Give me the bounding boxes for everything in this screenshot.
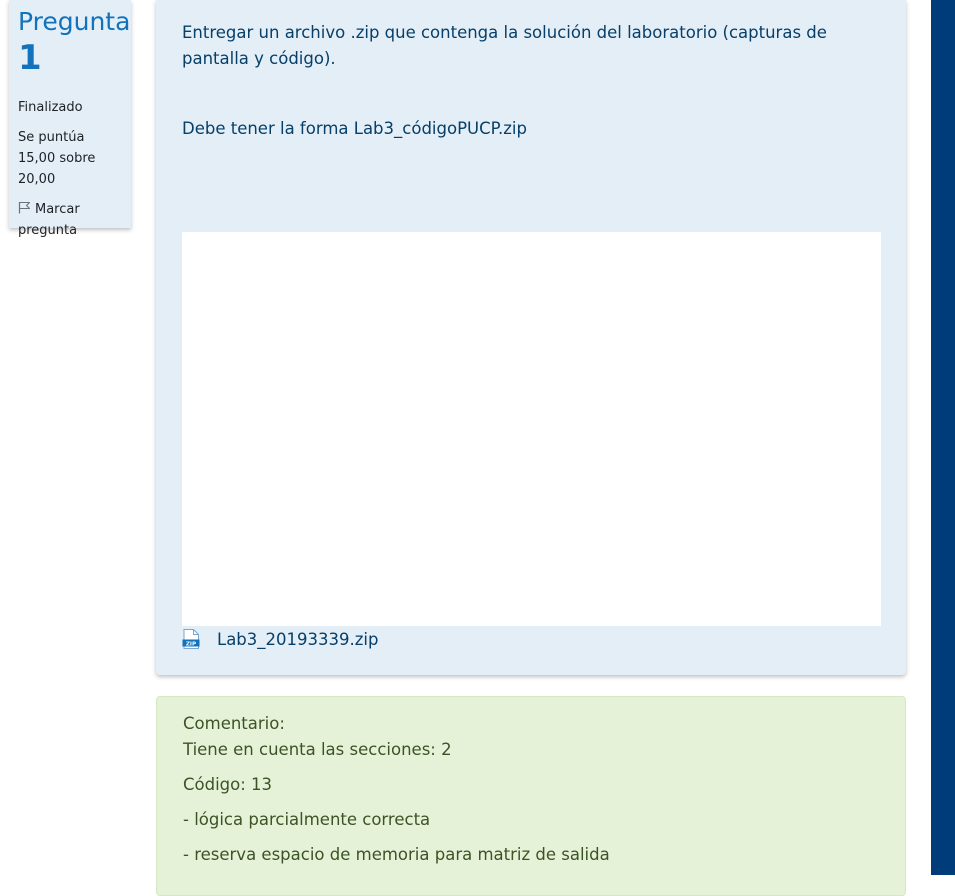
feedback-heading: Comentario: <box>183 714 285 733</box>
question-grade: Se puntúa 15,00 sobre 20,00 <box>18 130 96 187</box>
svg-text:ZIP: ZIP <box>186 641 196 647</box>
question-text: Entregar un archivo .zip que contenga la… <box>182 23 827 68</box>
feedback-line: - lógica parcialmente correcta <box>183 810 431 829</box>
flag-icon <box>18 201 31 214</box>
right-sidebar <box>931 0 955 875</box>
feedback-line: - reserva espacio de memoria para matriz… <box>183 845 610 864</box>
question-state: Finalizado <box>18 100 83 115</box>
feedback-line: Código: 13 <box>183 775 273 794</box>
zip-file-icon: ZIP <box>182 629 200 649</box>
question-content: Entregar un archivo .zip que contenga la… <box>156 0 906 675</box>
flag-question-toggle[interactable]: Marcar pregunta <box>18 199 122 241</box>
question-format-note: Debe tener la forma Lab3_códigoPUCP.zip <box>182 119 527 138</box>
feedback-panel: Comentario: Tiene en cuenta las seccione… <box>156 696 906 896</box>
question-label: Pregunta <box>18 7 131 36</box>
feedback-line: Tiene en cuenta las secciones: 2 <box>183 740 452 759</box>
attachment-filename: Lab3_20193339.zip <box>217 629 379 649</box>
answer-area <box>182 232 881 626</box>
question-info-panel: Pregunta 1 Finalizado Se puntúa 15,00 so… <box>9 0 131 238</box>
question-number: 1 <box>18 38 42 78</box>
attachment-link[interactable]: ZIP Lab3_20193339.zip <box>182 626 378 652</box>
